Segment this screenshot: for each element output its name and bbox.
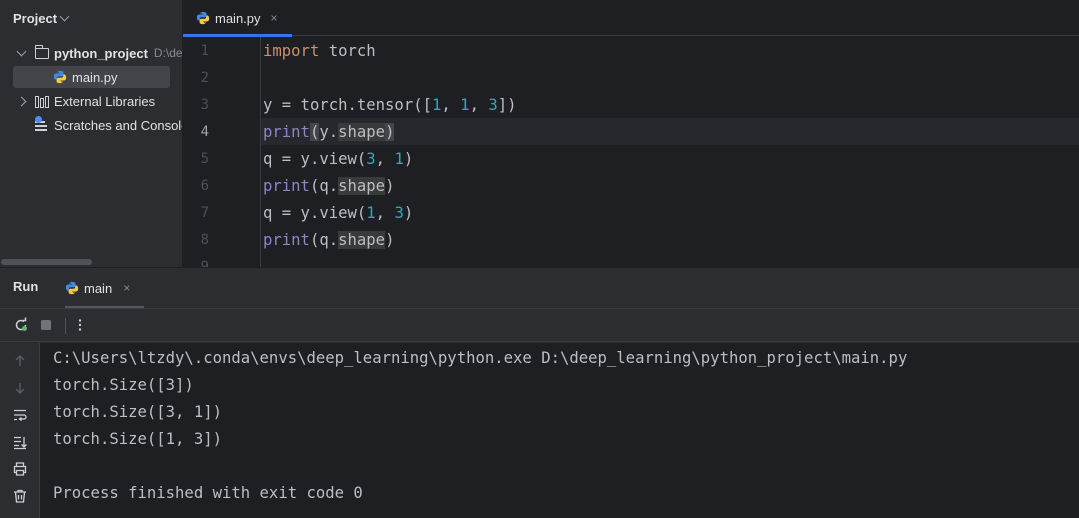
close-icon[interactable]: × [123, 281, 130, 295]
run-tab-label: main [84, 280, 113, 296]
line-number: 7 [200, 205, 209, 221]
editor: main.py × 1 2 3 4 5 6 7 8 9 import torch… [183, 0, 1079, 267]
code-line-6: print(q.shape) [263, 177, 395, 195]
run-toolbar [0, 309, 1079, 342]
project-panel: Project python_project D:\de main.py Ext… [0, 0, 183, 267]
stop-icon[interactable] [38, 317, 54, 333]
arrow-down-icon[interactable] [12, 380, 28, 396]
run-header: Run main × [0, 268, 1079, 308]
python-file-icon [65, 281, 79, 295]
tab-main-py[interactable]: main.py × [183, 0, 292, 37]
tree-item-scratches[interactable]: Scratches and Consoles [35, 114, 183, 136]
library-icon [35, 95, 49, 108]
line-number: 5 [200, 151, 209, 167]
run-title: Run [13, 279, 39, 294]
trash-icon[interactable] [12, 488, 28, 504]
chevron-down-icon [59, 11, 70, 21]
tree-item-external-libraries[interactable]: External Libraries [15, 90, 182, 112]
tree-item-label: main.py [72, 69, 118, 85]
console-side-toolbar [0, 343, 40, 518]
line-number: 3 [200, 97, 209, 113]
console-line: C:\Users\ltzdy\.conda\envs\deep_learning… [53, 349, 908, 367]
code-line-1: import torch [263, 42, 376, 60]
chevron-down-icon [16, 46, 26, 56]
python-file-icon [196, 11, 210, 25]
code-line-7: q = y.view(1, 3) [263, 204, 414, 222]
print-icon[interactable] [12, 461, 28, 477]
close-icon[interactable]: × [271, 11, 278, 25]
tree-item-label: python_project [54, 45, 148, 61]
line-number: 9 [200, 259, 209, 267]
tree-item-label: Scratches and Consoles [54, 117, 183, 133]
folder-icon [34, 44, 49, 59]
line-number: 6 [200, 178, 209, 194]
console-line: torch.Size([3, 1]) [53, 403, 222, 421]
project-view-selector[interactable]: Project [13, 9, 70, 27]
code-line-4: print(y.shape) [263, 123, 395, 141]
line-number: 1 [200, 43, 209, 59]
tree-item-label: External Libraries [54, 93, 156, 109]
run-tool-window: Run main × C:\Users\ltzdy\.conda\envs\de… [0, 267, 1079, 518]
chevron-right-icon [16, 96, 26, 106]
code-line-3: y = torch.tensor([1, 1, 3]) [263, 96, 517, 114]
line-number: 2 [200, 70, 209, 86]
line-number-gutter: 1 2 3 4 5 6 7 8 9 [183, 37, 261, 267]
console-line: torch.Size([1, 3]) [53, 430, 222, 448]
code-line-8: print(q.shape) [263, 231, 395, 249]
tree-item-python-project[interactable]: python_project D:\de [15, 42, 183, 64]
code-editor[interactable]: import torch y = torch.tensor([1, 1, 3])… [261, 37, 1079, 267]
tree-item-main-py[interactable]: main.py [13, 66, 170, 88]
run-tab-main[interactable]: main × [65, 268, 144, 308]
console-line: torch.Size([3]) [53, 376, 194, 394]
console-output[interactable]: C:\Users\ltzdy\.conda\envs\deep_learning… [40, 343, 1079, 518]
toolbar-separator [65, 318, 66, 334]
rerun-icon[interactable] [13, 317, 29, 333]
tree-item-path: D:\de [153, 46, 183, 60]
scroll-to-end-icon[interactable] [12, 434, 28, 450]
console-line: Process finished with exit code 0 [53, 484, 363, 502]
horizontal-scrollbar[interactable] [1, 259, 92, 265]
arrow-up-icon[interactable] [12, 353, 28, 369]
project-title: Project [13, 10, 58, 26]
tab-label: main.py [215, 10, 261, 26]
more-vertical-icon[interactable] [72, 317, 88, 333]
scratches-icon [35, 116, 49, 131]
soft-wrap-icon[interactable] [12, 407, 28, 423]
python-file-icon [53, 70, 67, 84]
line-number: 8 [200, 232, 209, 248]
code-line-5: q = y.view(3, 1) [263, 150, 414, 168]
line-number-active: 4 [200, 124, 209, 140]
editor-tab-bar: main.py × [183, 0, 1079, 37]
